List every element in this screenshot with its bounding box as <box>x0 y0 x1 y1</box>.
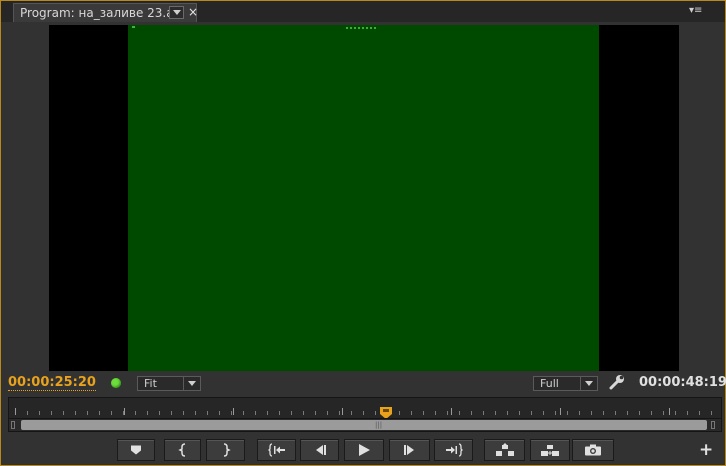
playback-resolution-value: Full <box>540 377 559 390</box>
playback-resolution-select[interactable]: Full <box>533 376 598 391</box>
video-artifact <box>346 27 376 29</box>
program-tab[interactable]: Program: на_заливе 23.avi × <box>13 3 198 22</box>
mark-out-button[interactable] <box>206 439 245 461</box>
extract-icon <box>541 445 559 456</box>
program-tab-label: Program: на_заливе 23.avi <box>20 6 185 20</box>
lift-button[interactable] <box>484 439 525 461</box>
zoom-level-select[interactable]: Fit <box>137 376 201 391</box>
scrollbar-right-handle[interactable] <box>711 421 715 429</box>
zoom-level-value: Fit <box>144 377 157 390</box>
step-back-button[interactable] <box>300 439 339 461</box>
current-timecode[interactable]: 00:00:25:20 <box>8 375 96 391</box>
go-to-out-icon <box>445 443 463 457</box>
add-marker-button[interactable] <box>117 439 155 461</box>
go-to-out-button[interactable] <box>434 439 473 461</box>
zoom-scrollbar[interactable]: ||| <box>8 418 722 432</box>
panel-menu-icon[interactable]: ▾≡ <box>689 5 709 18</box>
step-forward-button[interactable] <box>389 439 430 461</box>
extract-button[interactable] <box>530 439 570 461</box>
export-frame-button[interactable] <box>572 439 614 461</box>
video-frame <box>128 25 599 371</box>
settings-wrench-icon[interactable] <box>608 374 626 390</box>
lift-icon <box>495 443 514 456</box>
program-monitor-panel: Program: на_заливе 23.avi × ▾≡ 00:00:25:… <box>0 0 726 466</box>
scrollbar-left-handle[interactable] <box>11 421 15 429</box>
panel-tab-bar: Program: на_заливе 23.avi × ▾≡ <box>1 1 725 22</box>
chevron-down-icon <box>183 377 200 390</box>
ruler-major-ticks <box>15 408 715 415</box>
go-to-in-button[interactable] <box>257 439 296 461</box>
button-editor-add-icon[interactable]: + <box>699 442 713 459</box>
scrollbar-thumb[interactable]: ||| <box>21 420 707 430</box>
camera-icon <box>585 444 601 456</box>
time-ruler[interactable] <box>8 397 722 419</box>
marker-icon <box>131 445 141 455</box>
duration-timecode: 00:00:48:19 <box>639 375 726 390</box>
tab-close-icon[interactable]: × <box>188 5 198 19</box>
mark-out-icon <box>223 443 231 457</box>
grip-icon: ||| <box>375 421 383 429</box>
tab-dropdown-button[interactable] <box>169 6 184 19</box>
go-to-in-icon <box>267 443 285 457</box>
mark-in-button[interactable] <box>164 439 201 461</box>
playhead-icon[interactable] <box>380 404 392 419</box>
play-icon <box>359 444 370 456</box>
program-viewer[interactable] <box>49 25 679 371</box>
status-indicator-icon <box>111 378 121 388</box>
chevron-down-icon <box>580 377 597 390</box>
mark-in-icon <box>177 443 185 457</box>
play-button[interactable] <box>344 439 384 461</box>
step-forward-icon <box>403 445 414 455</box>
step-back-icon <box>315 445 326 455</box>
video-artifact <box>132 26 135 28</box>
